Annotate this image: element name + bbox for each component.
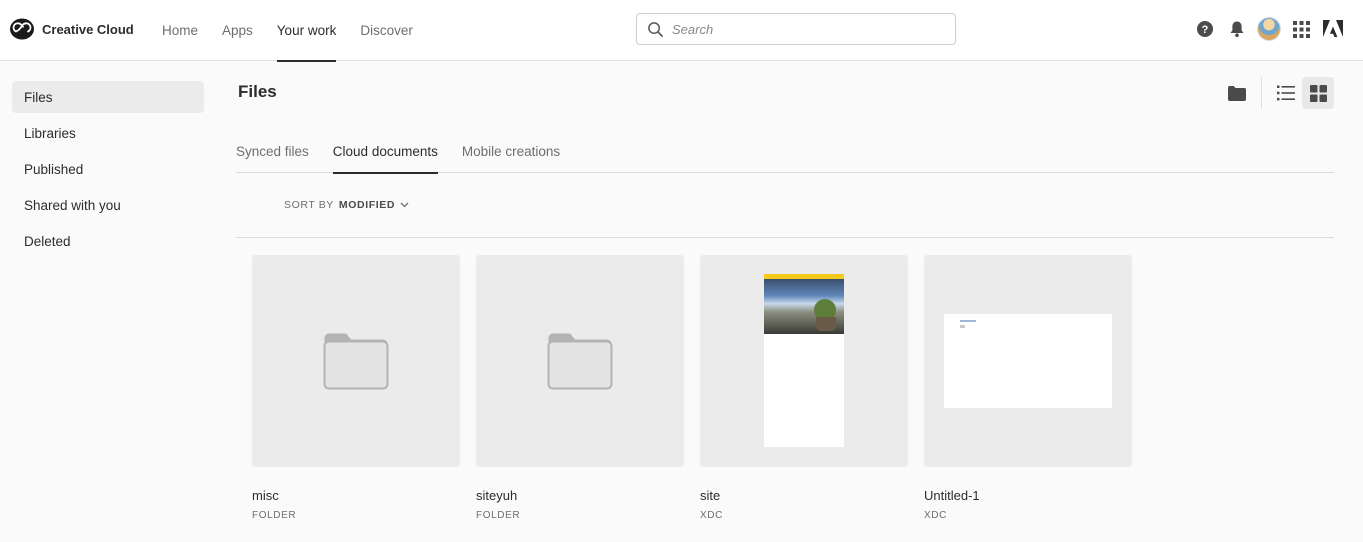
svg-text:?: ? xyxy=(1202,24,1209,36)
help-icon[interactable]: ? xyxy=(1189,16,1221,42)
sidebar-item-files[interactable]: Files xyxy=(12,81,204,113)
sidebar-item-label: Deleted xyxy=(24,233,71,249)
sort-value: MODIFIED xyxy=(338,199,396,211)
file-type: FOLDER xyxy=(252,510,297,521)
nav-home[interactable]: Home xyxy=(150,0,210,61)
preview-pot xyxy=(816,317,836,331)
tab-label: Mobile creations xyxy=(461,143,561,159)
tab-synced-files[interactable]: Synced files xyxy=(236,129,309,173)
file-thumbnail xyxy=(924,255,1132,467)
app-grid-icon[interactable] xyxy=(1285,16,1317,42)
creative-cloud-logo-icon xyxy=(10,18,34,40)
avatar xyxy=(1257,17,1281,41)
tab-mobile-creations[interactable]: Mobile creations xyxy=(462,129,560,173)
grid-view-icon xyxy=(1309,84,1327,102)
file-name: siteyuh xyxy=(476,488,518,503)
folder-icon xyxy=(547,333,613,390)
nav-home-label: Home xyxy=(162,23,199,38)
nav-apps[interactable]: Apps xyxy=(210,0,265,61)
folder-icon xyxy=(1228,85,1246,101)
tab-label: Cloud documents xyxy=(332,143,438,159)
list-view-icon xyxy=(1277,85,1295,101)
tab-cloud-documents[interactable]: Cloud documents xyxy=(332,129,438,174)
bell-icon[interactable] xyxy=(1221,16,1253,42)
divider xyxy=(236,237,1334,238)
sidebar: Files Libraries Published Shared with yo… xyxy=(12,81,204,261)
sidebar-item-label: Files xyxy=(24,89,53,105)
list-view-button[interactable] xyxy=(1270,77,1302,109)
file-thumbnail xyxy=(700,255,908,467)
chevron-down-icon xyxy=(400,202,409,208)
page-title: Files xyxy=(238,82,277,101)
sidebar-item-label: Libraries xyxy=(24,125,76,141)
xd-artboard-preview xyxy=(764,274,844,447)
file-thumbnail xyxy=(476,255,684,467)
toolbar-divider xyxy=(1261,77,1262,109)
xd-artboard-preview xyxy=(944,314,1112,408)
view-toggles xyxy=(1221,77,1334,109)
file-card-siteyuh[interactable]: siteyuh FOLDER xyxy=(476,255,684,521)
file-type: XDC xyxy=(924,510,947,521)
top-icons: ? xyxy=(1189,16,1349,42)
folder-icon xyxy=(323,333,389,390)
nav-apps-label: Apps xyxy=(222,23,253,38)
search-box[interactable] xyxy=(636,13,956,45)
main-nav: Home Apps Your work Discover xyxy=(150,0,425,62)
nav-your-work-label: Your work xyxy=(276,23,337,38)
file-type: XDC xyxy=(700,510,723,521)
file-thumbnail xyxy=(252,255,460,467)
brand-name: Creative Cloud xyxy=(42,21,134,37)
file-type: FOLDER xyxy=(476,510,521,521)
file-name: misc xyxy=(252,488,279,503)
file-name: Untitled-1 xyxy=(924,488,980,503)
sidebar-item-deleted[interactable]: Deleted xyxy=(12,225,204,257)
nav-discover-label: Discover xyxy=(360,23,413,38)
brand[interactable]: Creative Cloud xyxy=(9,17,134,41)
file-name: site xyxy=(700,488,721,503)
sort-label: SORT BY xyxy=(284,199,334,211)
tab-label: Synced files xyxy=(236,143,309,159)
file-card-misc[interactable]: misc FOLDER xyxy=(252,255,460,521)
sidebar-item-published[interactable]: Published xyxy=(12,153,204,185)
sidebar-item-shared-with-you[interactable]: Shared with you xyxy=(12,189,204,221)
new-folder-button[interactable] xyxy=(1221,77,1253,109)
sidebar-item-label: Shared with you xyxy=(24,197,121,213)
file-grid: misc FOLDER siteyuh FOLDER site XDC Unti… xyxy=(252,255,1132,521)
file-tabs: Synced files Cloud documents Mobile crea… xyxy=(236,129,1334,174)
sidebar-item-libraries[interactable]: Libraries xyxy=(12,117,204,149)
file-card-site[interactable]: site XDC xyxy=(700,255,908,521)
preview-mark xyxy=(960,325,965,328)
search-icon xyxy=(648,21,663,37)
avatar-button[interactable] xyxy=(1253,16,1285,42)
search-input[interactable] xyxy=(672,21,932,37)
nav-your-work[interactable]: Your work xyxy=(265,0,349,62)
file-card-untitled-1[interactable]: Untitled-1 XDC xyxy=(924,255,1132,521)
top-bar: Creative Cloud Home Apps Your work Disco… xyxy=(0,0,1363,62)
adobe-logo-icon[interactable] xyxy=(1317,16,1349,42)
sort-dropdown[interactable]: SORT BY MODIFIED xyxy=(284,197,409,213)
preview-mark xyxy=(960,320,976,322)
sidebar-item-label: Published xyxy=(24,161,84,177)
preview-photo xyxy=(764,279,844,334)
grid-view-button[interactable] xyxy=(1302,77,1334,109)
nav-discover[interactable]: Discover xyxy=(348,0,425,61)
